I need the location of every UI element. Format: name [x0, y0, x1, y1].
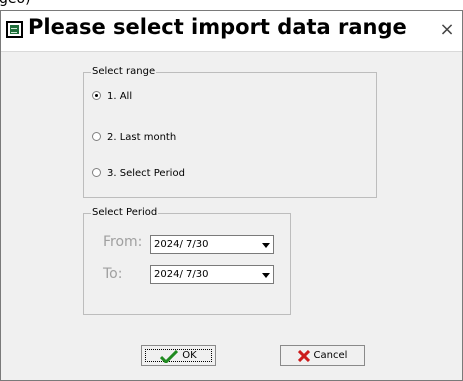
radio-last-month[interactable]: 2. Last month — [92, 132, 176, 144]
from-date-picker[interactable]: 2024/ 7/30 — [150, 235, 274, 254]
checkmark-icon — [160, 349, 179, 363]
radio-all-label: 1. All — [107, 91, 133, 102]
select-range-group: Select range 1. All 2. Last month 3. Sel… — [83, 65, 377, 198]
chevron-down-icon[interactable] — [262, 243, 270, 248]
to-date-value: 2024/ 7/30 — [154, 269, 209, 280]
ok-label: OK — [182, 350, 197, 361]
import-range-dialog: Please select import data range × Select… — [0, 10, 463, 381]
ok-button[interactable]: OK — [141, 345, 216, 366]
chevron-down-icon[interactable] — [262, 273, 270, 278]
select-range-label: Select range — [91, 65, 157, 79]
cancel-label: Cancel — [313, 350, 348, 361]
x-mark-icon — [297, 350, 310, 362]
dialog-title: Please select import data range — [28, 15, 407, 39]
radio-select-period[interactable]: 3. Select Period — [92, 168, 185, 180]
radio-indicator — [92, 132, 101, 141]
to-date-picker[interactable]: 2024/ 7/30 — [150, 265, 274, 284]
radio-all[interactable]: 1. All — [92, 91, 132, 103]
cancel-button[interactable]: Cancel — [280, 345, 365, 366]
radio-indicator — [92, 168, 101, 177]
radio-last-month-label: 2. Last month — [107, 132, 177, 143]
dialog-title-bar: Please select import data range × — [1, 11, 462, 52]
select-period-group: Select Period From: 2024/ 7/30 To: 2024/… — [83, 206, 291, 315]
from-date-value: 2024/ 7/30 — [154, 239, 209, 250]
radio-select-period-label: 3. Select Period — [107, 168, 185, 179]
spreadsheet-icon — [6, 21, 23, 38]
to-label: To: — [103, 266, 123, 282]
select-period-label: Select Period — [91, 206, 159, 220]
close-button[interactable]: × — [435, 18, 459, 42]
clipped-text-fragment: geo) — [0, 0, 463, 10]
from-label: From: — [103, 234, 143, 250]
radio-indicator — [92, 91, 101, 100]
